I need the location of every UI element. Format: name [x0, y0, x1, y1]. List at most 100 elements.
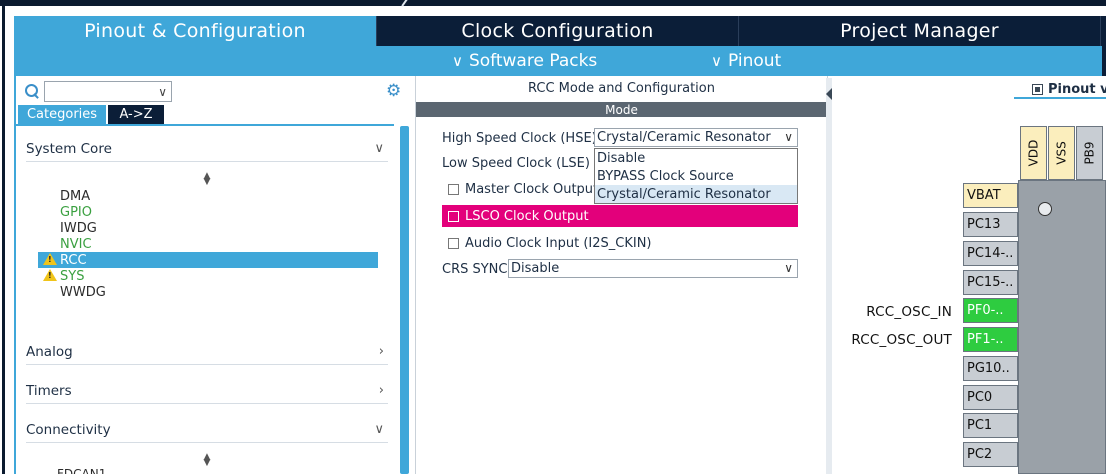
- crs-sync-select[interactable]: Disable ∨: [508, 259, 798, 278]
- subbar-edge: [1102, 46, 1106, 76]
- mco-label: Master Clock Output: [465, 181, 599, 197]
- item-label: DMA: [60, 188, 91, 204]
- pin-vss[interactable]: VSS: [1048, 126, 1075, 180]
- dropdown-option-bypass[interactable]: BYPASS Clock Source: [595, 167, 797, 185]
- pin-pc15[interactable]: PC15-..: [963, 270, 1018, 295]
- pin-vbat[interactable]: VBAT: [963, 183, 1018, 208]
- pin-pc0[interactable]: PC0: [963, 385, 1018, 410]
- pin-pc2[interactable]: PC2: [963, 442, 1018, 467]
- pin-pf1[interactable]: PF1-..: [963, 327, 1018, 352]
- frame-bar: [2, 6, 5, 474]
- item-label: RCC: [60, 252, 87, 268]
- signal-label-rcc-osc-out: RCC_OSC_OUT: [851, 332, 952, 348]
- window-left-frame: [0, 6, 14, 474]
- tab-pinout-configuration[interactable]: Pinout & Configuration: [14, 16, 377, 46]
- hse-select-value: Crystal/Ceramic Resonator: [597, 130, 771, 145]
- search-icon[interactable]: [24, 83, 40, 99]
- window-notch: [401, 0, 409, 7]
- pin-pb9[interactable]: PB9: [1076, 126, 1103, 180]
- item-label: WWDG: [60, 284, 106, 300]
- audio-clock-checkbox[interactable]: [448, 237, 459, 249]
- tabs-divider: [16, 124, 394, 126]
- tab-categories[interactable]: Categories: [18, 105, 106, 124]
- tab-a-to-z[interactable]: A->Z: [108, 105, 164, 124]
- item-label: NVIC: [60, 236, 92, 252]
- section-system-core[interactable]: System Core ∨: [26, 136, 388, 162]
- dropdown-option-disable[interactable]: Disable: [595, 149, 797, 167]
- list-item-partial[interactable]: FDCAN1: [57, 468, 117, 474]
- scrollbar[interactable]: [400, 126, 409, 474]
- lse-label: Low Speed Clock (LSE): [442, 155, 590, 171]
- pin-pf0[interactable]: PF0-..: [963, 298, 1018, 323]
- window-top-strip: [0, 0, 1106, 7]
- system-core-list: DMA GPIO IWDG NVIC RCC SYS WWDG: [38, 188, 378, 300]
- list-item-dma[interactable]: DMA: [38, 188, 378, 204]
- chevron-down-icon[interactable]: ∨: [158, 85, 167, 99]
- mco-option[interactable]: Master Clock Output: [442, 179, 598, 199]
- pinout-menu[interactable]: ∨ Pinout: [711, 46, 781, 76]
- list-item-sys[interactable]: SYS: [38, 268, 378, 284]
- section-analog[interactable]: Analog ›: [26, 339, 388, 365]
- pin-pc13[interactable]: PC13: [963, 212, 1018, 237]
- mcu-chip-body: [1018, 180, 1106, 474]
- chevron-right-icon: ›: [378, 383, 384, 398]
- section-label: System Core: [26, 140, 112, 157]
- chevron-down-icon[interactable]: ∨: [784, 130, 793, 144]
- pin-label: VSS: [1054, 141, 1069, 165]
- list-item-gpio[interactable]: GPIO: [38, 204, 378, 220]
- hse-label: High Speed Clock (HSE): [442, 130, 597, 146]
- tab-overflow: [1101, 16, 1106, 46]
- pinout-view-underline: [1014, 97, 1106, 99]
- chevron-down-icon: ∨: [452, 52, 463, 70]
- item-label: SYS: [60, 268, 85, 284]
- software-packs-menu[interactable]: ∨ Software Packs: [452, 46, 597, 76]
- lsco-checkbox[interactable]: [448, 210, 459, 222]
- chevron-down-icon: ∨: [374, 141, 384, 156]
- sort-updown-icon[interactable]: ▲ ▼: [202, 453, 212, 468]
- chip-icon: [1032, 83, 1043, 95]
- crs-sync-value: Disable: [511, 261, 560, 276]
- lsco-option[interactable]: LSCO Clock Output: [442, 205, 798, 227]
- pin-vdd[interactable]: VDD: [1020, 126, 1047, 180]
- audio-clock-option[interactable]: Audio Clock Input (I2S_CKIN): [442, 233, 652, 253]
- tab-project-manager[interactable]: Project Manager: [739, 16, 1101, 46]
- list-item-nvic[interactable]: NVIC: [38, 236, 378, 252]
- section-label: Analog: [26, 343, 73, 360]
- section-connectivity[interactable]: Connectivity ∨: [26, 417, 388, 443]
- list-item-rcc[interactable]: RCC: [38, 252, 378, 268]
- hse-select[interactable]: Crystal/Ceramic Resonator ∨: [594, 128, 798, 147]
- pin-pc1[interactable]: PC1: [963, 413, 1018, 438]
- gear-icon[interactable]: ⚙: [386, 81, 401, 101]
- pinout-label: Pinout: [727, 51, 782, 71]
- lsco-label: LSCO Clock Output: [465, 208, 589, 224]
- pin-label: VDD: [1026, 139, 1041, 167]
- pin-label: PB9: [1082, 141, 1097, 165]
- search-row: ∨: [24, 80, 172, 102]
- sort-updown-icon[interactable]: ▲ ▼: [202, 172, 212, 187]
- chevron-down-icon: ∨: [711, 52, 722, 70]
- item-label: GPIO: [60, 204, 92, 220]
- mco-checkbox[interactable]: [448, 183, 459, 195]
- software-packs-label: Software Packs: [468, 51, 598, 71]
- main-tabs: Pinout & Configuration Clock Configurati…: [14, 16, 1106, 46]
- item-label: IWDG: [60, 220, 97, 236]
- chevron-right-icon: ›: [378, 344, 384, 359]
- section-label: Connectivity: [26, 421, 111, 438]
- sub-toolbar: ∨ Software Packs ∨ Pinout: [14, 46, 1106, 76]
- pin-pg10[interactable]: PG10..: [963, 356, 1018, 381]
- pin1-marker: [1038, 202, 1052, 216]
- pin-pc14[interactable]: PC14-..: [963, 241, 1018, 266]
- pinout-view-tab[interactable]: Pinout v: [1032, 81, 1106, 97]
- audio-clock-label: Audio Clock Input (I2S_CKIN): [465, 235, 652, 251]
- crs-sync-label: CRS SYNC: [442, 261, 508, 277]
- section-timers[interactable]: Timers ›: [26, 378, 388, 404]
- chevron-down-icon[interactable]: ∨: [784, 261, 793, 275]
- panel-title: RCC Mode and Configuration: [528, 81, 715, 96]
- tab-clock-configuration[interactable]: Clock Configuration: [377, 16, 739, 46]
- list-item-wwdg[interactable]: WWDG: [38, 284, 378, 300]
- categories-panel: ∨ ⚙ Categories A->Z System Core ∨ ▲ ▼ DMA…: [14, 76, 409, 474]
- list-item-iwdg[interactable]: IWDG: [38, 220, 378, 236]
- dropdown-option-crystal[interactable]: Crystal/Ceramic Resonator: [595, 185, 797, 203]
- search-input[interactable]: ∨: [44, 80, 172, 102]
- section-label: Timers: [26, 382, 72, 399]
